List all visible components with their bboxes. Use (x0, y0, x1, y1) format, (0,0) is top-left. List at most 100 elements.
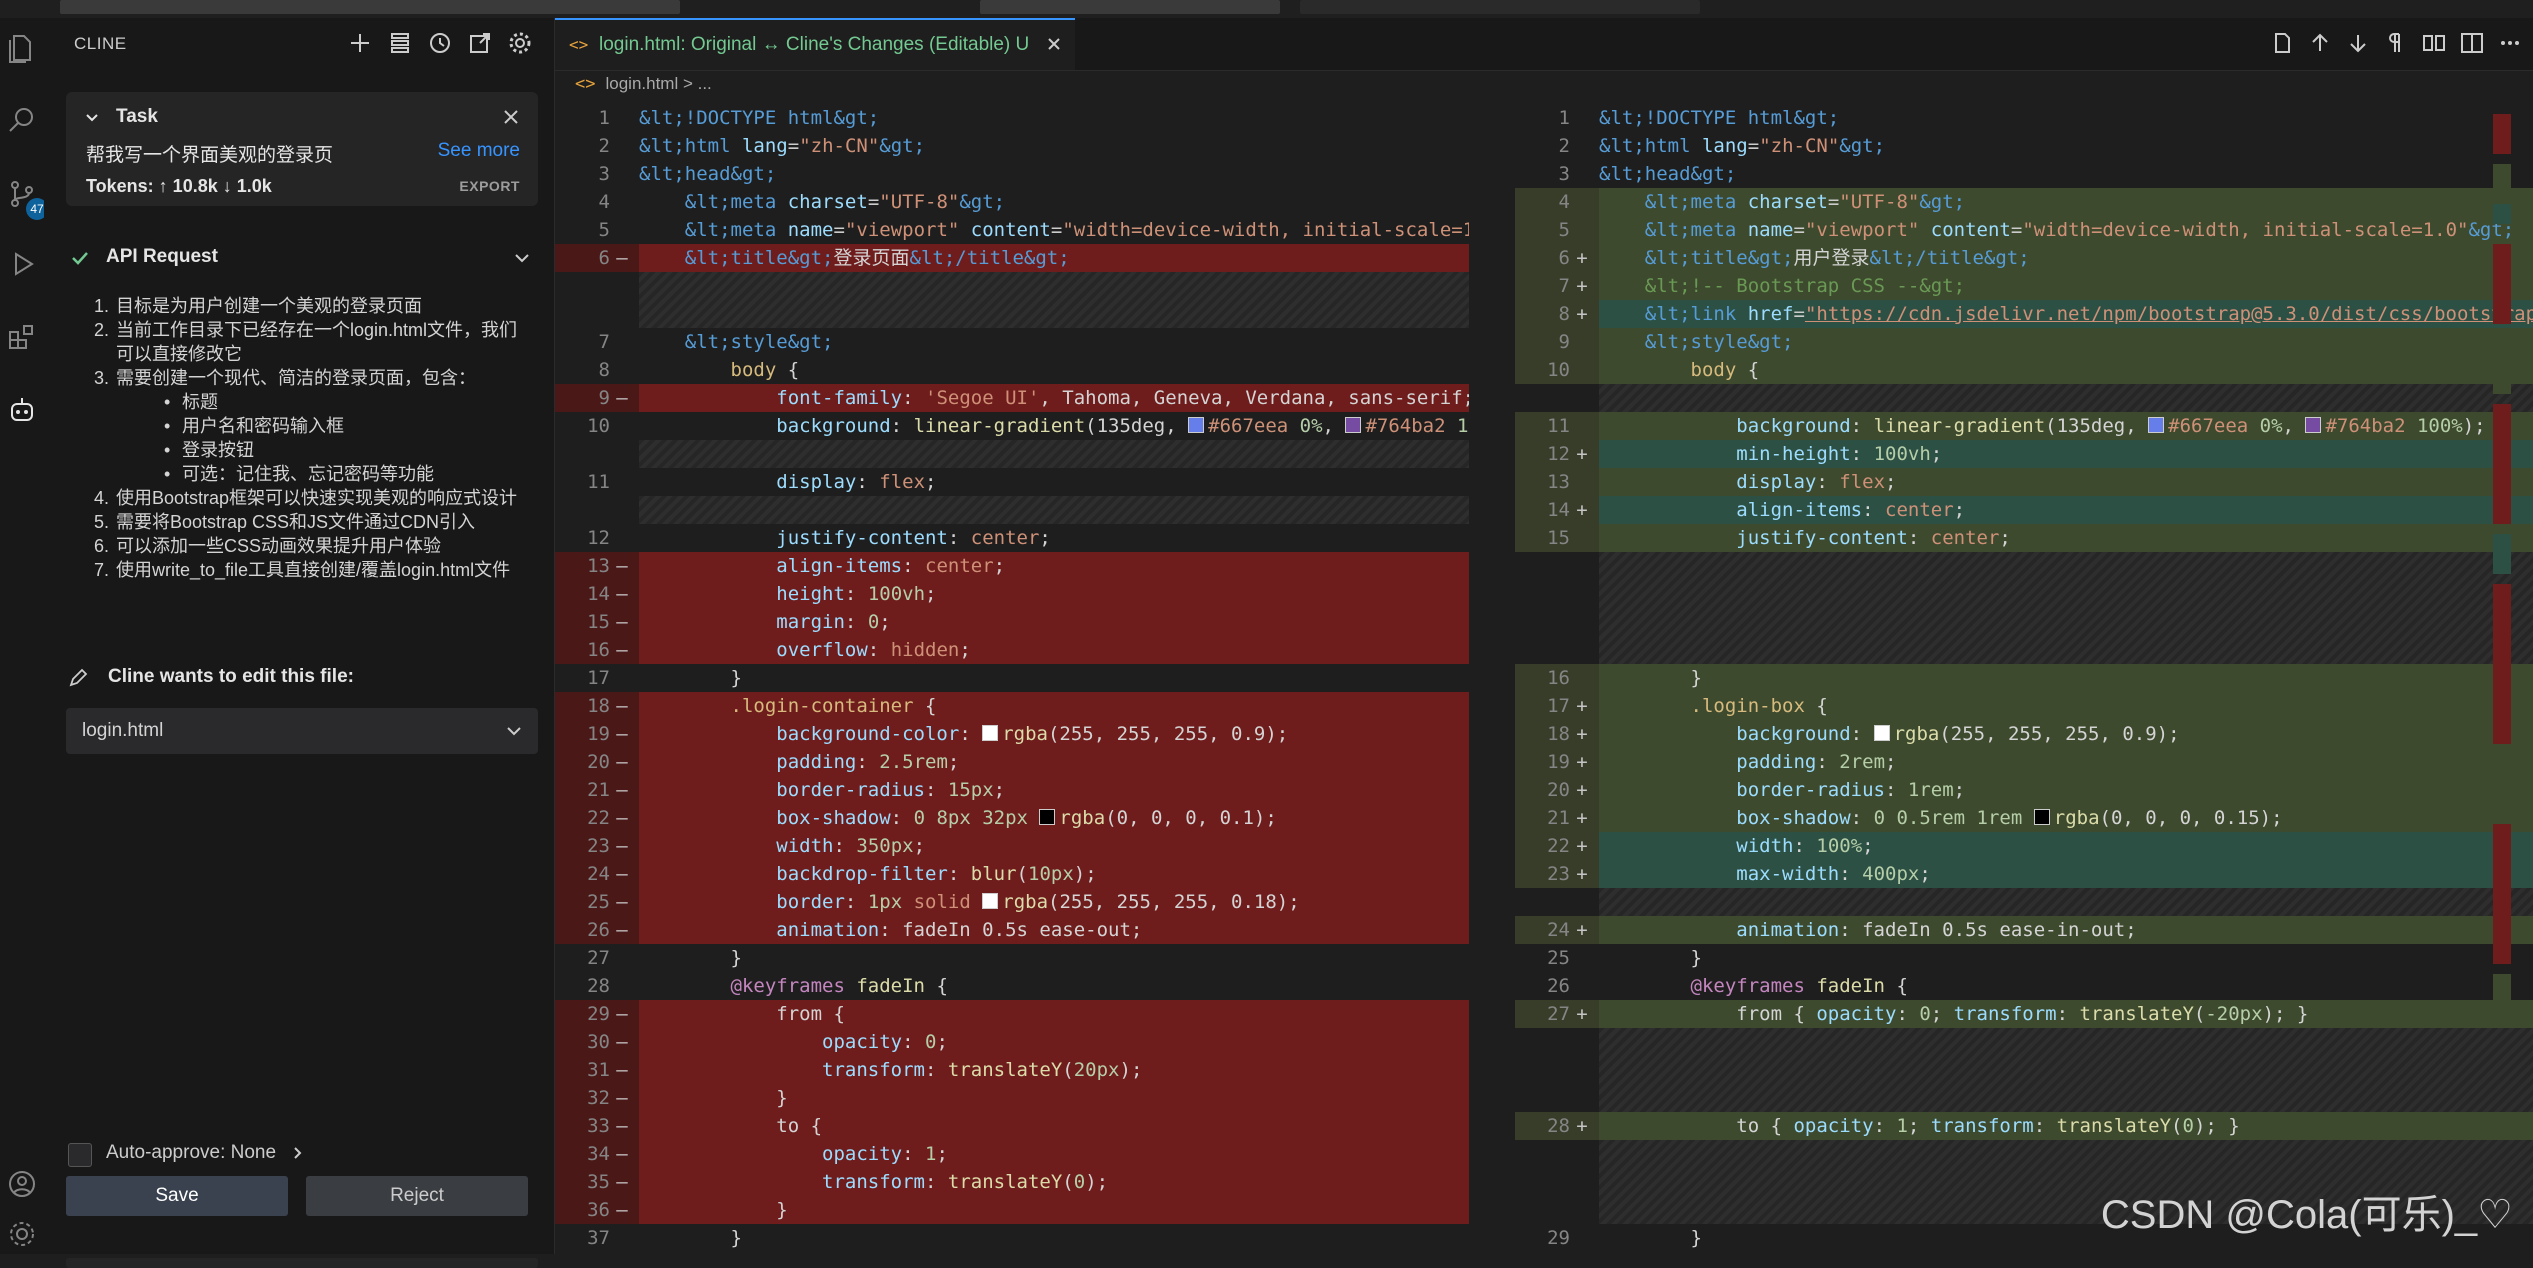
code-line[interactable]: 15 — margin: 0; (555, 608, 1469, 636)
code-line[interactable]: 5 &lt;meta name="viewport" content="widt… (555, 216, 1469, 244)
code-text[interactable]: &lt;style&gt; (639, 328, 1469, 356)
code-line[interactable]: 16 } (1515, 664, 2533, 692)
run-debug-icon[interactable] (6, 248, 38, 280)
code-line[interactable]: 33 — to { (555, 1112, 1469, 1140)
code-line[interactable]: 7 + &lt;!-- Bootstrap CSS --&gt; (1515, 272, 2533, 300)
code-line[interactable]: 11 background: linear-gradient(135deg, #… (1515, 412, 2533, 440)
code-line[interactable]: 17 + .login-box { (1515, 692, 2533, 720)
close-icon[interactable] (500, 106, 522, 128)
open-file-icon[interactable] (2269, 30, 2295, 56)
code-text[interactable]: background: rgba(255, 255, 255, 0.9); (1599, 720, 2533, 748)
code-text[interactable]: &lt;!-- Bootstrap CSS --&gt; (1599, 272, 2533, 300)
code-line[interactable]: 30 — opacity: 0; (555, 1028, 1469, 1056)
code-text[interactable]: .login-container { (639, 692, 1469, 720)
arrow-down-icon[interactable] (2345, 30, 2371, 56)
code-line[interactable]: 16 — overflow: hidden; (555, 636, 1469, 664)
code-line[interactable]: 24 — backdrop-filter: blur(10px); (555, 860, 1469, 888)
code-text[interactable]: opacity: 1; (639, 1140, 1469, 1168)
code-line[interactable]: 3 &lt;head&gt; (555, 160, 1469, 188)
code-line[interactable]: 25 — border: 1px solid rgba(255, 255, 255… (555, 888, 1469, 916)
close-icon[interactable] (1043, 33, 1065, 55)
code-text[interactable]: } (639, 1084, 1469, 1112)
code-text[interactable]: } (639, 1224, 1469, 1252)
code-line[interactable]: 28 @keyframes fadeIn { (555, 972, 1469, 1000)
account-icon[interactable] (6, 1168, 38, 1200)
code-text[interactable]: box-shadow: 0 0.5rem 1rem rgba(0, 0, 0, … (1599, 804, 2533, 832)
code-line[interactable]: 23 — width: 350px; (555, 832, 1469, 860)
gear-icon[interactable] (506, 29, 534, 57)
code-line[interactable]: 35 — transform: translateY(0); (555, 1168, 1469, 1196)
extensions-icon[interactable] (6, 320, 38, 352)
code-line[interactable]: 13 display: flex; (1515, 468, 2533, 496)
export-button[interactable]: EXPORT (459, 178, 520, 194)
code-line[interactable]: 6 — &lt;title&gt;登录页面&lt;/title&gt; (555, 244, 1469, 272)
code-text[interactable]: &lt;title&gt;登录页面&lt;/title&gt; (639, 244, 1469, 272)
code-line[interactable]: 29 — from { (555, 1000, 1469, 1028)
code-line[interactable]: 2 &lt;html lang="zh-CN"&gt; (1515, 132, 2533, 160)
reject-button[interactable]: Reject (306, 1176, 528, 1216)
code-text[interactable]: background: linear-gradient(135deg, #667… (639, 412, 1469, 440)
code-text[interactable]: &lt;html lang="zh-CN"&gt; (639, 132, 1469, 160)
code-text[interactable]: justify-content: center; (639, 524, 1469, 552)
code-line[interactable]: 34 — opacity: 1; (555, 1140, 1469, 1168)
code-text[interactable]: min-height: 100vh; (1599, 440, 2533, 468)
code-line[interactable]: 18 — .login-container { (555, 692, 1469, 720)
file-dropdown[interactable]: login.html (66, 708, 538, 754)
code-line[interactable]: 24 + animation: fadeIn 0.5s ease-in-out; (1515, 916, 2533, 944)
code-text[interactable]: max-width: 400px; (1599, 860, 2533, 888)
code-line[interactable]: 21 — border-radius: 15px; (555, 776, 1469, 804)
code-text[interactable]: display: flex; (639, 468, 1469, 496)
code-line[interactable]: 12 + min-height: 100vh; (1515, 440, 2533, 468)
code-text[interactable]: @keyframes fadeIn { (639, 972, 1469, 1000)
plus-icon[interactable] (346, 29, 374, 57)
code-text[interactable]: background: linear-gradient(135deg, #667… (1599, 412, 2533, 440)
code-line[interactable]: 7 &lt;style&gt; (555, 328, 1469, 356)
code-text[interactable]: from { opacity: 0; transform: translateY… (1599, 1000, 2533, 1028)
code-line[interactable]: 3 &lt;head&gt; (1515, 160, 2533, 188)
code-text[interactable]: animation: fadeIn 0.5s ease-in-out; (1599, 916, 2533, 944)
code-text[interactable]: } (639, 944, 1469, 972)
code-text[interactable]: } (639, 664, 1469, 692)
code-line[interactable]: 9 &lt;style&gt; (1515, 328, 2533, 356)
code-text[interactable]: } (1599, 944, 2533, 972)
tab-login-diff[interactable]: <> login.html: Original ↔ Cline's Change… (555, 18, 1075, 70)
code-line[interactable]: 28 + to { opacity: 1; transform: translat… (1515, 1112, 2533, 1140)
code-line[interactable]: 20 — padding: 2.5rem; (555, 748, 1469, 776)
code-text[interactable]: from { (639, 1000, 1469, 1028)
code-text[interactable]: &lt;link href="https://cdn.jsdelivr.net/… (1599, 300, 2533, 328)
code-line[interactable]: 14 — height: 100vh; (555, 580, 1469, 608)
code-line[interactable]: 27 + from { opacity: 0; transform: transl… (1515, 1000, 2533, 1028)
code-text[interactable]: height: 100vh; (639, 580, 1469, 608)
code-text[interactable]: &lt;title&gt;用户登录&lt;/title&gt; (1599, 244, 2533, 272)
history-icon[interactable] (426, 29, 454, 57)
original-pane[interactable]: 1 &lt;!DOCTYPE html&gt; 2 &lt;html lang="zh… (555, 104, 1469, 1254)
code-text[interactable]: } (1599, 664, 2533, 692)
code-text[interactable]: margin: 0; (639, 608, 1469, 636)
chevron-down-icon[interactable] (512, 248, 532, 268)
code-text[interactable]: &lt;meta charset="UTF-8"&gt; (1599, 188, 2533, 216)
code-text[interactable]: padding: 2rem; (1599, 748, 2533, 776)
cline-robot-icon[interactable] (6, 394, 38, 426)
save-button[interactable]: Save (66, 1176, 288, 1216)
code-line[interactable]: 19 + padding: 2rem; (1515, 748, 2533, 776)
left-scrollbar[interactable] (1469, 104, 1481, 1254)
code-text[interactable]: backdrop-filter: blur(10px); (639, 860, 1469, 888)
code-text[interactable]: align-items: center; (639, 552, 1469, 580)
open-external-icon[interactable] (466, 29, 494, 57)
code-line[interactable]: 37 } (555, 1224, 1469, 1252)
code-text[interactable]: align-items: center; (1599, 496, 2533, 524)
code-text[interactable]: @keyframes fadeIn { (1599, 972, 2533, 1000)
code-text[interactable]: box-shadow: 0 8px 32px rgba(0, 0, 0, 0.1… (639, 804, 1469, 832)
code-text[interactable]: &lt;!DOCTYPE html&gt; (639, 104, 1469, 132)
code-text[interactable]: } (639, 1196, 1469, 1224)
code-text[interactable]: border: 1px solid rgba(255, 255, 255, 0.… (639, 888, 1469, 916)
code-text[interactable]: width: 350px; (639, 832, 1469, 860)
code-text[interactable]: transform: translateY(0); (639, 1168, 1469, 1196)
code-line[interactable]: 8 body { (555, 356, 1469, 384)
auto-approve-checkbox[interactable] (68, 1143, 92, 1167)
arrow-up-icon[interactable] (2307, 30, 2333, 56)
code-line[interactable]: 10 background: linear-gradient(135deg, #… (555, 412, 1469, 440)
code-line[interactable]: 6 + &lt;title&gt;用户登录&lt;/title&gt; (1515, 244, 2533, 272)
code-text[interactable]: &lt;meta charset="UTF-8"&gt; (639, 188, 1469, 216)
code-text[interactable]: animation: fadeIn 0.5s ease-out; (639, 916, 1469, 944)
